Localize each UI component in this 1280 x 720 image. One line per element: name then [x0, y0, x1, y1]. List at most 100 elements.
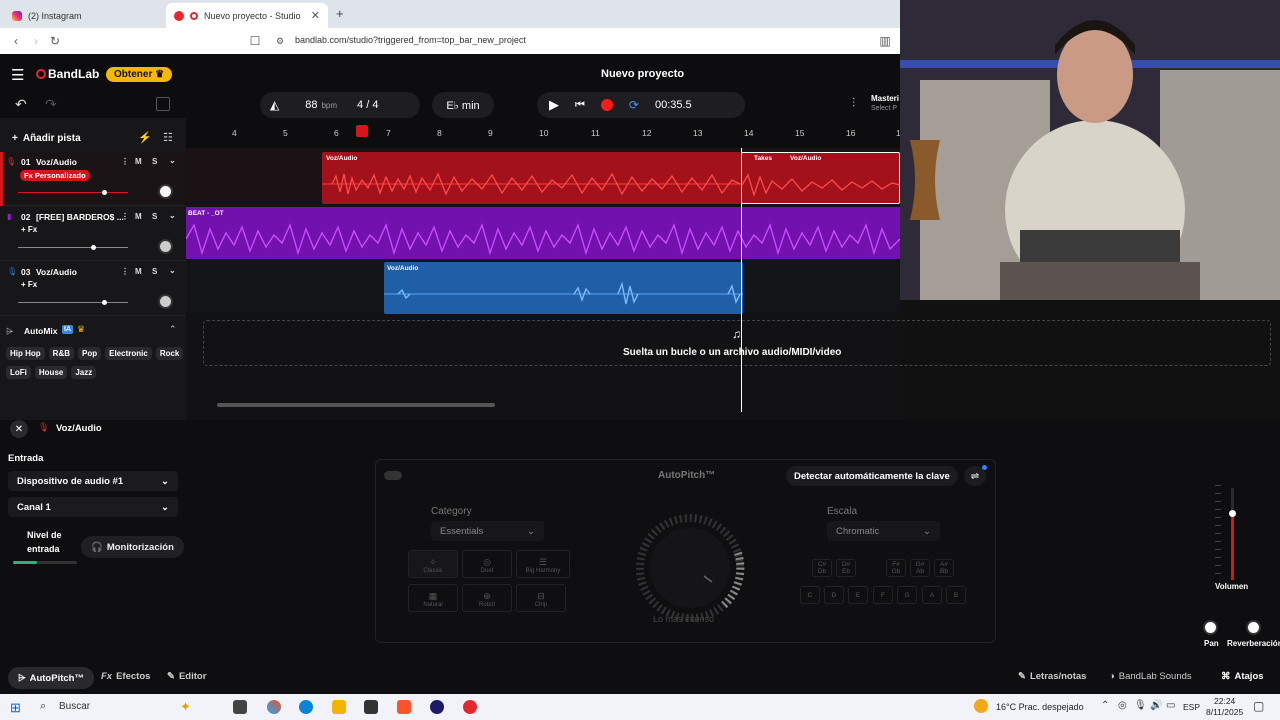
undo-icon[interactable]: ↶	[15, 96, 27, 113]
volume-slider-handle[interactable]	[102, 190, 107, 195]
genre-chip[interactable]: Pop	[78, 347, 102, 360]
reload-icon[interactable]: ↻	[47, 33, 63, 49]
timeline-ruler[interactable]: 4 5 6 7 8 9 10 11 12 13 14 15 16 1	[186, 118, 901, 148]
key-button[interactable]: G	[897, 586, 917, 604]
track-name[interactable]: Voz/Audio	[36, 157, 77, 167]
mastering-preset[interactable]: Select P	[871, 105, 897, 112]
bandlab-app-icon[interactable]	[463, 700, 477, 714]
add-track-button[interactable]: + Añadir pista	[12, 133, 81, 144]
record-icon[interactable]	[600, 99, 613, 111]
edge-icon[interactable]	[299, 700, 313, 714]
beat-clip[interactable]: BEAT - _OT	[186, 207, 900, 259]
preset-chip[interactable]: ⊟ Chip	[516, 584, 566, 612]
genre-chip[interactable]: House	[34, 366, 68, 379]
key-button[interactable]: C# Db	[812, 559, 832, 577]
chevron-down-icon[interactable]: ⌄	[169, 266, 176, 275]
track-menu-icon[interactable]: ⋮	[121, 157, 129, 166]
close-tab-icon[interactable]: ✕	[311, 9, 320, 22]
notifications-icon[interactable]: ▢	[1253, 699, 1264, 713]
timeline-lanes[interactable]: Voz/Audio Takes Voz/Audio BEAT - _OT Voz…	[186, 148, 900, 420]
track-name[interactable]: [FREE] BARDERO$ ...	[36, 212, 124, 222]
track-header-3[interactable]: 🎙 03 Voz/Audio ⋮ M S ⌄ + Fx	[0, 262, 186, 316]
reverb-knob[interactable]	[1246, 620, 1261, 635]
genre-chip[interactable]: LoFi	[6, 366, 31, 379]
weather-text[interactable]: 16°C Prac. despejado	[996, 702, 1084, 712]
play-icon[interactable]: ▶	[549, 97, 559, 113]
fx-badge[interactable]: Fx Personalizado	[20, 170, 90, 181]
scale-select[interactable]: Chromatic ⌄	[827, 521, 940, 541]
lyrics-button[interactable]: ✎ Letras/notas	[1018, 671, 1086, 682]
solo-button[interactable]: S	[152, 157, 157, 166]
search-icon[interactable]: ⌕	[40, 700, 46, 713]
sidebar-icon[interactable]: ▥	[877, 33, 893, 49]
tempo-box[interactable]: ◭ 88 bpm 4 / 4	[260, 92, 420, 118]
mastering-icon[interactable]: ⫶	[852, 96, 855, 111]
preset-classic[interactable]: ✧ Classic	[408, 550, 458, 578]
volume-slider[interactable]	[18, 302, 128, 303]
key-box[interactable]: E♭ min	[432, 92, 494, 118]
key-button[interactable]: A# Bb	[934, 559, 954, 577]
audio-clip[interactable]: Voz/Audio	[384, 262, 743, 314]
forward-icon[interactable]: ›	[28, 33, 44, 49]
volume-slider-handle[interactable]	[102, 300, 107, 305]
mute-button[interactable]: M	[135, 157, 142, 166]
track-header-1[interactable]: 🎙 01 Voz/Audio ⋮ M S ⌄ Fx Personalizado	[0, 152, 186, 206]
channel-select[interactable]: Canal 1 ⌄	[8, 497, 178, 517]
detect-key-button[interactable]: Detectar automáticamente la clave	[786, 466, 958, 486]
pan-knob[interactable]	[1203, 620, 1218, 635]
obs-icon[interactable]	[430, 700, 444, 714]
tab-autopitch[interactable]: ⩥ AutoPitch™	[8, 667, 94, 689]
audio-clip[interactable]: Voz/Audio	[322, 152, 741, 204]
add-fx-button[interactable]: + Fx	[21, 225, 37, 234]
track-menu-icon[interactable]: ⋮	[121, 267, 129, 276]
key-button[interactable]: B	[946, 586, 966, 604]
network-icon[interactable]: ▭	[1166, 700, 1175, 711]
key-button[interactable]: C	[800, 586, 820, 604]
mail-icon[interactable]	[364, 700, 378, 714]
drop-zone[interactable]: ♫ Suelta un bucle o un archivo audio/MID…	[203, 320, 1271, 366]
preset-duet[interactable]: ◎ Duet	[462, 550, 512, 578]
brave-icon[interactable]	[397, 700, 411, 714]
tab-effects[interactable]: Fx Efectos	[101, 671, 150, 682]
preset-big-harmony[interactable]: ☰ Big Harmony	[516, 550, 570, 578]
volume-slider-handle[interactable]	[91, 245, 96, 250]
speaker-icon[interactable]: 🔊	[1150, 700, 1162, 711]
autopitch-toggle[interactable]	[384, 471, 402, 480]
solo-button[interactable]: S	[152, 267, 157, 276]
pan-knob[interactable]	[158, 294, 173, 309]
intensity-dial[interactable]	[632, 510, 748, 626]
chevron-up-icon[interactable]: ⌃	[169, 324, 177, 335]
marker-icon[interactable]	[356, 125, 368, 137]
site-info-icon[interactable]: ⚙	[272, 33, 288, 49]
tab-studio[interactable]: Nuevo proyecto - Studio ✕	[166, 3, 328, 28]
bandlab-sounds-button[interactable]: ◑ BandLab Sounds	[1109, 671, 1192, 682]
monitor-button[interactable]: 🎧 Monitorización	[81, 536, 184, 558]
metronome-icon[interactable]: ◭	[270, 98, 279, 112]
genre-chip[interactable]: Hip Hop	[6, 347, 45, 360]
pan-knob[interactable]	[158, 184, 173, 199]
taskbar-search[interactable]: Buscar	[59, 701, 90, 712]
pan-knob[interactable]	[158, 239, 173, 254]
mute-button[interactable]: M	[135, 267, 142, 276]
rewind-icon[interactable]: ⏮	[575, 99, 585, 112]
genre-chip[interactable]: R&B	[48, 347, 75, 360]
volume-fader-handle[interactable]	[1229, 510, 1236, 517]
genre-chip[interactable]: Rock	[155, 347, 184, 360]
wand-icon[interactable]: ⚡	[138, 131, 152, 144]
clock-date[interactable]: 8/11/2025	[1206, 707, 1243, 717]
tab-instagram[interactable]: (2) Instagram	[4, 3, 164, 28]
preset-natural[interactable]: ▦ Natural	[408, 584, 458, 612]
tray-chevron-icon[interactable]: ⌃	[1101, 700, 1109, 711]
loop-icon[interactable]: ⟳	[629, 98, 639, 112]
key-button[interactable]: F	[873, 586, 893, 604]
genre-chip[interactable]: Electronic	[105, 347, 152, 360]
clock-time[interactable]: 22:24	[1214, 696, 1235, 706]
preset-robot[interactable]: ⊕ Robot	[462, 584, 512, 612]
time-signature[interactable]: 4 / 4	[357, 99, 378, 111]
playhead[interactable]	[741, 148, 742, 412]
windows-start-icon[interactable]: ⊞	[10, 700, 21, 716]
tray-app-icon[interactable]: ◎	[1118, 700, 1127, 711]
key-button[interactable]: A	[922, 586, 942, 604]
chevron-down-icon[interactable]: ⌄	[169, 211, 176, 220]
audio-clip-take[interactable]: Takes Voz/Audio	[741, 152, 900, 204]
